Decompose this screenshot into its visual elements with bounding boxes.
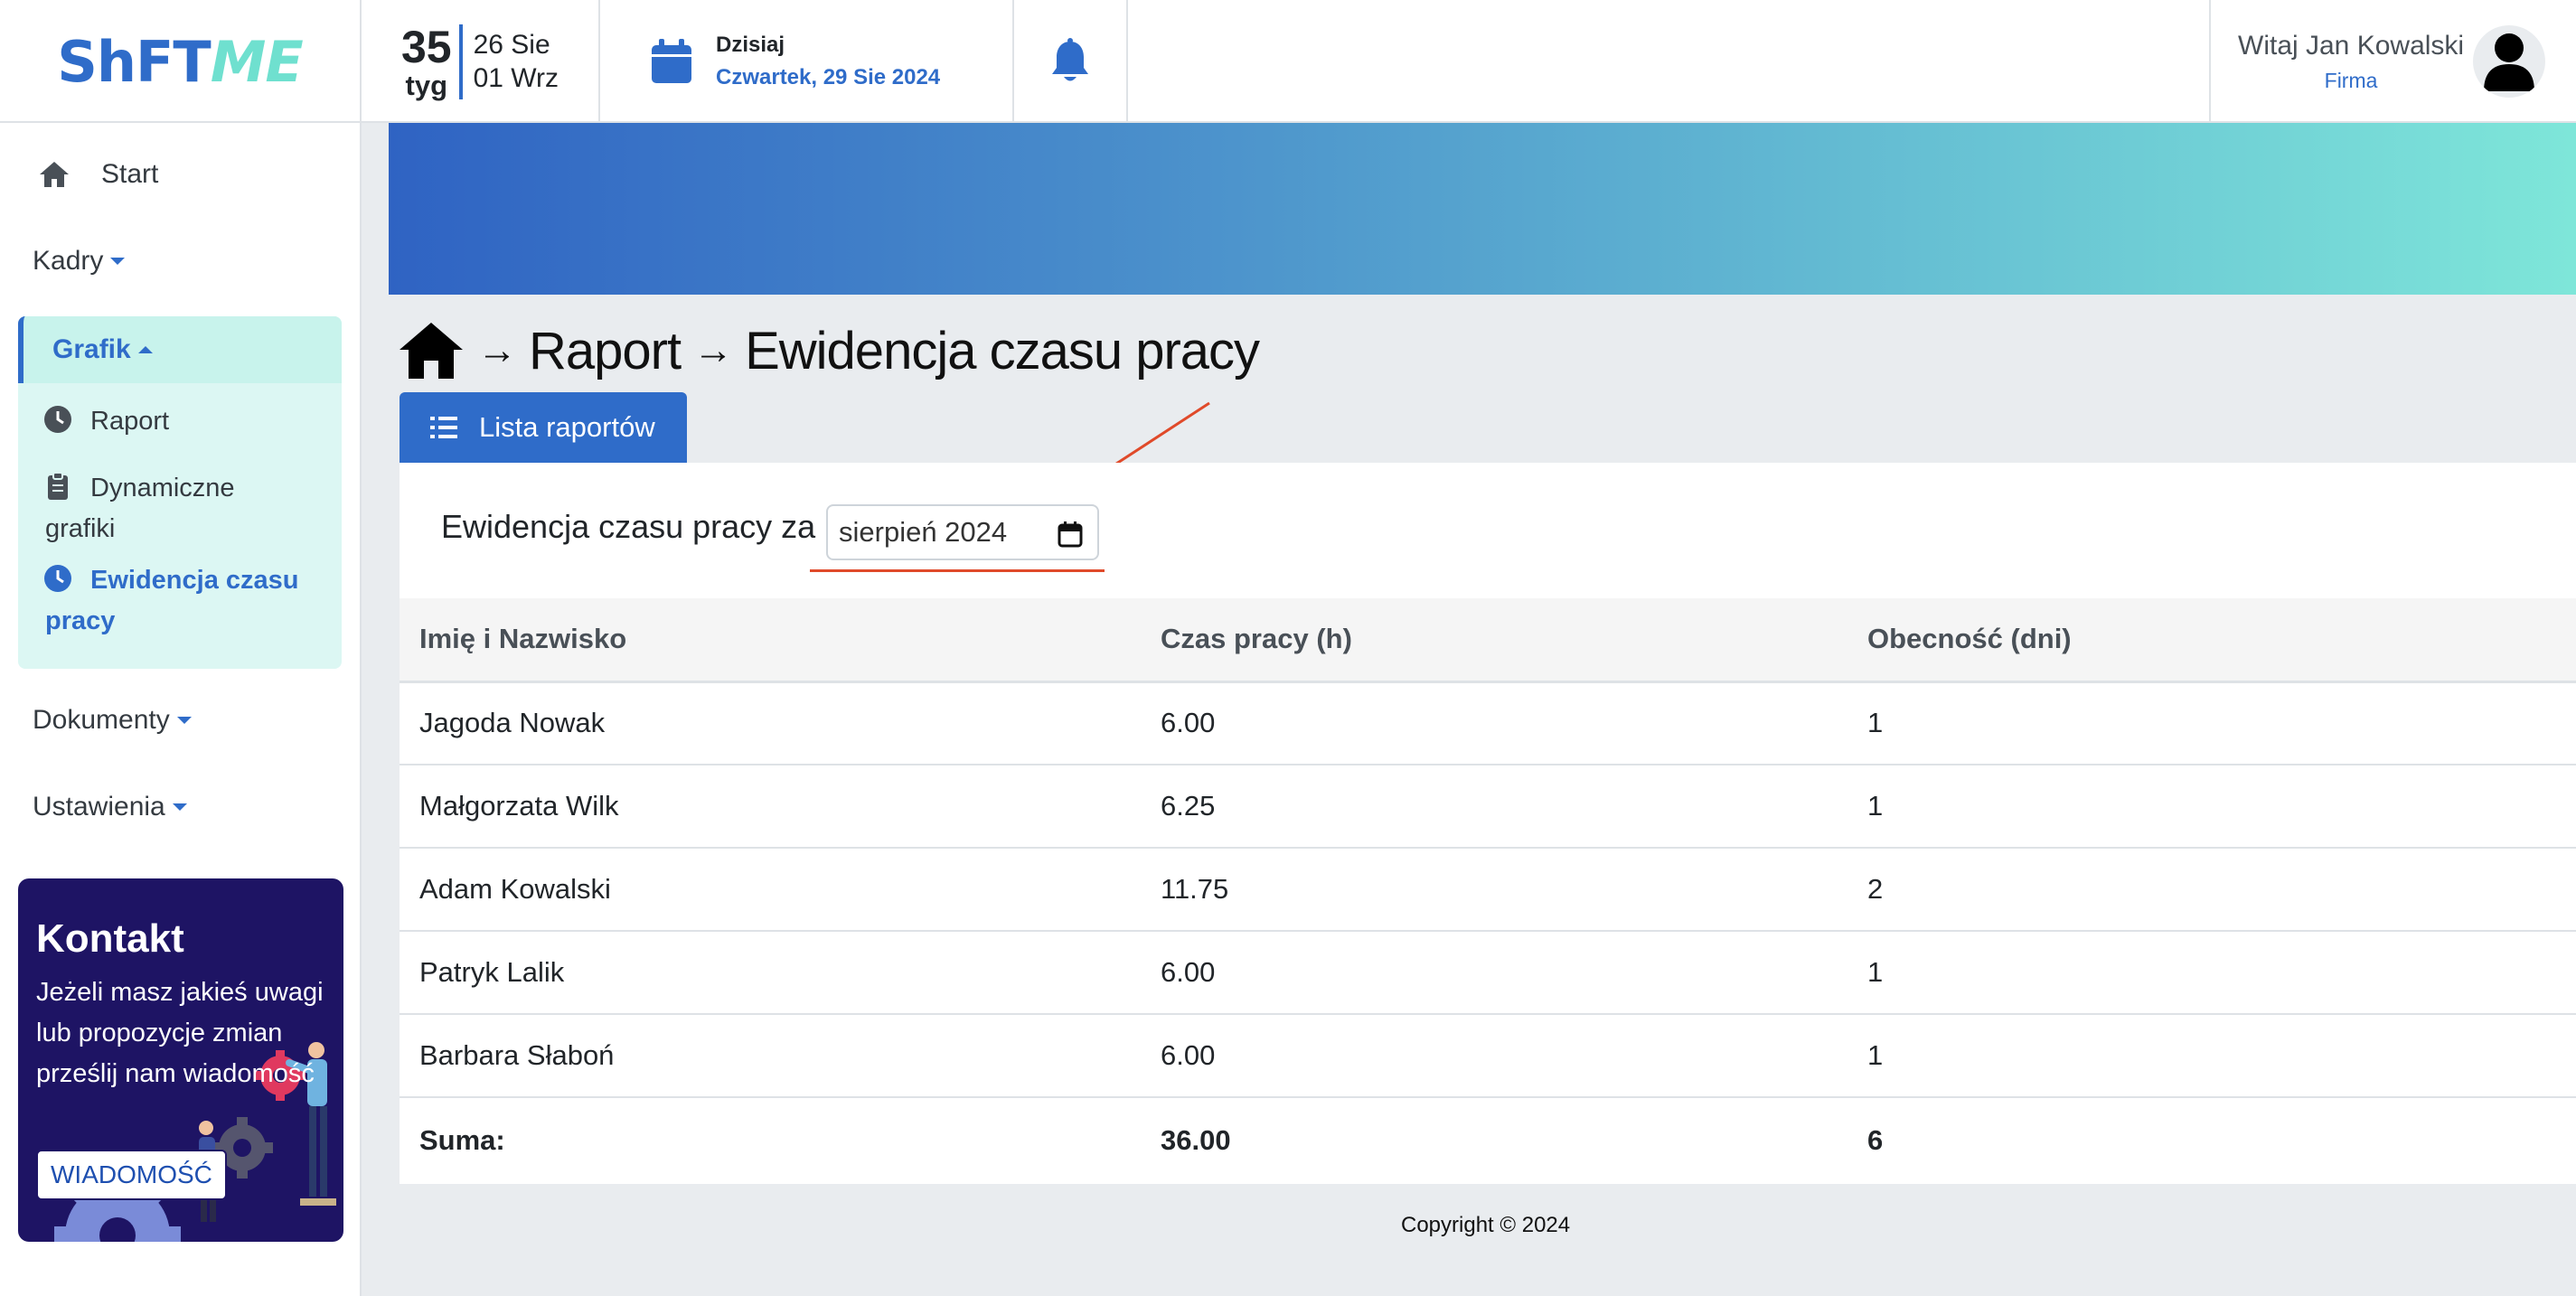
copyright: Copyright © 2024 — [1401, 1213, 1571, 1237]
table-row: Jagoda Nowak 6.00 1 — [400, 681, 2576, 765]
sidebar-item-label: Grafik — [52, 334, 131, 364]
month-value: sierpień 2024 — [839, 516, 1008, 548]
sidebar-item-label: Ustawienia — [33, 792, 165, 822]
column-header-hours[interactable]: Czas pracy (h) — [1141, 598, 1847, 683]
sidebar-item-label: Start — [101, 159, 159, 189]
today-indicator: Dzisiaj Czwartek, 29 Sie 2024 — [600, 0, 1014, 123]
user-company[interactable]: Firma — [2238, 69, 2464, 93]
week-range-end: 01 Wrz — [473, 63, 559, 93]
clock-icon — [44, 406, 71, 433]
sidebar-item-label: Ewidencja czasu — [90, 566, 299, 595]
sidebar-item-label-cont: pracy — [45, 606, 116, 635]
report-table: Imię i Nazwisko Czas pracy (h) Obecność … — [400, 598, 2576, 1182]
tab-label: Lista raportów — [479, 411, 655, 443]
clock-icon — [44, 565, 71, 592]
contact-card: Kontakt Jeżeli masz jakieś uwagi lub pro… — [18, 878, 343, 1242]
logo-text-primary: ShFT — [57, 28, 211, 95]
sum-hours: 36.00 — [1141, 1096, 1847, 1182]
cell-attendance: 1 — [1847, 931, 2576, 1015]
filter-label: Ewidencja czasu pracy za — [441, 508, 816, 545]
chevron-down-icon — [176, 717, 192, 724]
chevron-down-icon — [172, 803, 187, 811]
cell-name: Małgorzata Wilk — [400, 765, 1141, 849]
contact-text: Jeżeli masz jakieś uwagi lub propozycje … — [36, 978, 324, 1088]
sum-label: Suma: — [400, 1096, 1141, 1182]
table-row: Małgorzata Wilk 6.25 1 — [400, 765, 2576, 849]
page-title: Ewidencja czasu pracy — [745, 321, 1260, 380]
breadcrumb-item-raport[interactable]: Raport — [529, 321, 682, 381]
annotation-underline — [810, 569, 1105, 572]
sum-attendance: 6 — [1847, 1096, 2576, 1182]
sidebar-item-ustawienia[interactable]: Ustawienia — [33, 792, 187, 822]
month-picker[interactable]: sierpień 2024 — [826, 504, 1099, 560]
avatar[interactable] — [2473, 25, 2546, 98]
cell-attendance: 1 — [1847, 1014, 2576, 1098]
sidebar-item-label: Dynamiczne — [90, 474, 235, 502]
clipboard-icon — [48, 472, 68, 500]
cell-name: Barbara Słaboń — [400, 1014, 1141, 1098]
top-bar: ShFTME 35 tyg 26 Sie 01 Wrz Dzisiaj Czwa… — [0, 0, 2576, 123]
cell-name: Jagoda Nowak — [400, 681, 1141, 765]
table-row: Adam Kowalski 11.75 2 — [400, 848, 2576, 932]
today-date: Czwartek, 29 Sie 2024 — [716, 65, 941, 89]
cell-hours: 11.75 — [1141, 848, 1847, 932]
report-panel: Ewidencja czasu pracy za sierpień 2024 I… — [400, 463, 2576, 1184]
cell-hours: 6.25 — [1141, 765, 1847, 849]
cell-attendance: 1 — [1847, 765, 2576, 849]
contact-title: Kontakt — [36, 916, 184, 961]
sidebar-item-dynamiczne-grafiki[interactable]: Dynamiczne grafiki — [18, 468, 235, 549]
column-header-attendance[interactable]: Obecność (dni) — [1847, 598, 2576, 683]
logo[interactable]: ShFTME — [0, 0, 362, 123]
sidebar-item-grafik[interactable]: Grafik — [18, 316, 342, 383]
week-label: tyg — [405, 69, 448, 101]
cell-attendance: 2 — [1847, 848, 2576, 932]
table-sum-row: Suma: 36.00 6 — [400, 1096, 2576, 1182]
arrow-right-icon: → — [693, 328, 733, 372]
sidebar-item-label: Kadry — [33, 246, 104, 276]
user-greeting: Witaj Jan Kowalski — [2238, 30, 2465, 61]
cell-attendance: 1 — [1847, 681, 2576, 765]
cell-hours: 6.00 — [1141, 931, 1847, 1015]
arrow-right-icon: → — [477, 328, 517, 372]
message-button[interactable]: WIADOMOŚĆ — [36, 1150, 227, 1200]
home-icon[interactable] — [398, 321, 465, 380]
sidebar-item-start[interactable]: Start — [38, 159, 158, 190]
sidebar-item-label: Dokumenty — [33, 705, 170, 735]
chevron-up-icon — [137, 346, 153, 353]
user-icon — [2484, 33, 2535, 91]
calendar-icon[interactable] — [1058, 521, 1083, 548]
table-row: Barbara Słaboń 6.00 1 — [400, 1014, 2576, 1098]
week-number: 35 — [400, 21, 452, 72]
logo-text-secondary: ME — [210, 28, 304, 95]
sidebar-item-raport[interactable]: Raport — [18, 401, 169, 442]
user-menu[interactable]: Witaj Jan Kowalski Firma — [2209, 0, 2576, 123]
cell-hours: 6.00 — [1141, 1014, 1847, 1098]
column-header-name[interactable]: Imię i Nazwisko — [400, 598, 1141, 683]
sidebar-item-ewidencja-czasu-pracy[interactable]: Ewidencja czasu pracy — [18, 560, 299, 642]
week-range-start: 26 Sie — [473, 30, 550, 60]
sidebar-item-label: Raport — [90, 407, 170, 436]
cell-name: Adam Kowalski — [400, 848, 1141, 932]
calendar-icon — [652, 39, 691, 83]
chevron-down-icon — [110, 258, 126, 265]
today-label: Dzisiaj — [716, 33, 785, 57]
table-header-row: Imię i Nazwisko Czas pracy (h) Obecność … — [400, 598, 2576, 683]
cell-name: Patryk Lalik — [400, 931, 1141, 1015]
bell-icon — [1052, 38, 1088, 81]
sidebar-item-dokumenty[interactable]: Dokumenty — [33, 705, 192, 736]
tab-lista-raportow[interactable]: Lista raportów — [400, 392, 687, 463]
sidebar-item-kadry[interactable]: Kadry — [33, 246, 126, 277]
week-indicator: 35 tyg 26 Sie 01 Wrz — [362, 0, 600, 123]
notifications-button[interactable] — [1014, 0, 1128, 123]
breadcrumb: → Raport → Ewidencja czasu pracy — [398, 315, 1260, 387]
list-icon — [430, 417, 457, 438]
sidebar: Start Kadry Grafik Raport Dynamiczne gra… — [0, 123, 362, 1296]
cell-hours: 6.00 — [1141, 681, 1847, 765]
home-icon — [40, 162, 69, 187]
sidebar-item-label-cont: grafiki — [45, 514, 116, 543]
table-row: Patryk Lalik 6.00 1 — [400, 931, 2576, 1015]
header-banner — [389, 123, 2576, 295]
sidebar-group-grafik: Grafik Raport Dynamiczne grafiki Ewidenc… — [18, 316, 342, 669]
